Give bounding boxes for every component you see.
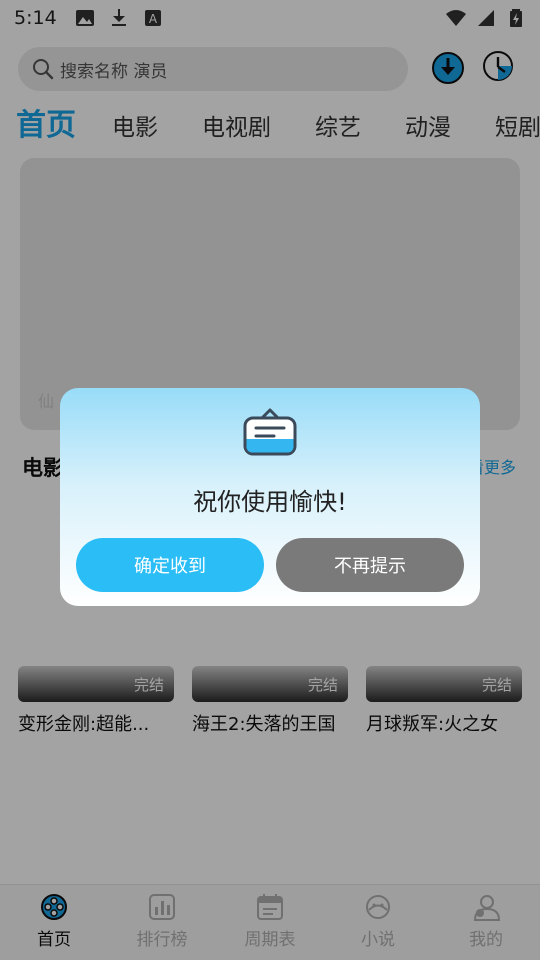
confirm-button[interactable]: 确定收到 [76, 538, 264, 592]
message-box-icon [243, 408, 297, 456]
dialog-message: 祝你使用愉快! [193, 488, 347, 516]
dont-show-again-button[interactable]: 不再提示 [276, 538, 464, 592]
welcome-dialog: 祝你使用愉快! 确定收到 不再提示 [60, 388, 480, 606]
